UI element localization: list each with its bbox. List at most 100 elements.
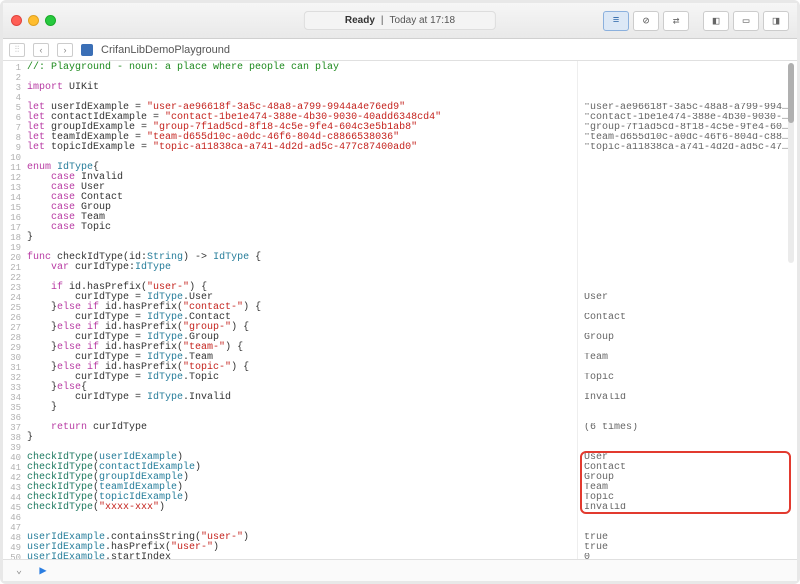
result-line: "group-7f1ad5cd-8f18-4c5e-9fe4-604c3e5b1… xyxy=(584,123,791,133)
result-line: "team-d655d10c-a0dc-46f6-804d-c886653803… xyxy=(584,133,791,143)
result-line xyxy=(584,233,791,243)
code-line[interactable]: case Group xyxy=(27,203,573,213)
code-line[interactable] xyxy=(27,73,573,83)
jump-bar: ⫶⫶ ‹ › CrifanLibDemoPlayground xyxy=(3,39,797,61)
result-line: "topic-a11838ca-a741-4d2d-ad5c-477c87400… xyxy=(584,143,791,153)
run-playground-button[interactable]: ▶ xyxy=(35,564,51,578)
close-window-button[interactable] xyxy=(11,15,22,26)
results-sidebar: "user-ae96618f-3a5c-48a8-a799-9944a4e76e… xyxy=(577,61,797,559)
result-line: Invalid xyxy=(584,393,791,403)
code-line[interactable]: //: Playground - noun: a place where peo… xyxy=(27,63,573,73)
result-line xyxy=(584,263,791,273)
result-line xyxy=(584,283,791,293)
editor-mode-assistant-button[interactable]: ⊘ xyxy=(633,11,659,31)
code-line[interactable]: import UIKit xyxy=(27,83,573,93)
toggle-navigator-button[interactable]: ◧ xyxy=(703,11,729,31)
toggle-utilities-button[interactable]: ◨ xyxy=(763,11,789,31)
result-line: Topic xyxy=(584,373,791,383)
code-line[interactable]: curIdType = IdType.Invalid xyxy=(27,393,573,403)
result-line: (6 times) xyxy=(584,423,791,433)
result-line: Team xyxy=(584,353,791,363)
swift-file-icon xyxy=(81,44,93,56)
line-number: 34 xyxy=(3,393,21,403)
line-number: 39 xyxy=(3,443,21,453)
code-line[interactable]: var curIdType:IdType xyxy=(27,263,573,273)
result-line xyxy=(584,243,791,253)
line-number: 22 xyxy=(3,273,21,283)
code-line[interactable]: checkIdType("xxxx-xxx") xyxy=(27,503,573,513)
line-number: 35 xyxy=(3,403,21,413)
result-line xyxy=(584,213,791,223)
code-line[interactable]: } xyxy=(27,433,573,443)
result-line xyxy=(584,433,791,443)
line-number: 40 xyxy=(3,453,21,463)
debug-output-toggle[interactable]: ⌄ xyxy=(11,564,27,578)
editor-mode-standard-button[interactable]: ≡ xyxy=(603,11,629,31)
line-number: 18 xyxy=(3,233,21,243)
line-number: 36 xyxy=(3,413,21,423)
jump-bar-file[interactable]: CrifanLibDemoPlayground xyxy=(101,44,230,56)
code-line[interactable]: } xyxy=(27,403,573,413)
result-line: true xyxy=(584,533,791,543)
line-number: 14 xyxy=(3,193,21,203)
code-line[interactable]: case Topic xyxy=(27,223,573,233)
line-number: 45 xyxy=(3,503,21,513)
line-number: 41 xyxy=(3,463,21,473)
line-number: 46 xyxy=(3,513,21,523)
result-line xyxy=(584,323,791,333)
debug-bar: ⌄ ▶ xyxy=(3,559,797,581)
line-number: 1 xyxy=(3,63,21,73)
line-number: 37 xyxy=(3,423,21,433)
related-items-button[interactable]: ⫶⫶ xyxy=(9,43,25,57)
back-button[interactable]: ‹ xyxy=(33,43,49,57)
traffic-lights xyxy=(11,15,56,26)
code-line[interactable]: } xyxy=(27,233,573,243)
result-line: "contact-1be1e474-388e-4b30-9030-40add63… xyxy=(584,113,791,123)
result-line: User xyxy=(584,293,791,303)
code-line[interactable]: case Invalid xyxy=(27,173,573,183)
result-line xyxy=(584,203,791,213)
code-line[interactable] xyxy=(27,153,573,163)
zoom-window-button[interactable] xyxy=(45,15,56,26)
result-line xyxy=(584,223,791,233)
result-line xyxy=(584,273,791,283)
activity-status: Ready | Today at 17:18 xyxy=(304,11,496,30)
line-number: 43 xyxy=(3,483,21,493)
result-line: "user-ae96618f-3a5c-48a8-a799-9944a4e76e… xyxy=(584,103,791,113)
code-line[interactable]: curIdType = IdType.Topic xyxy=(27,373,573,383)
result-line xyxy=(584,303,791,313)
results-highlight-box xyxy=(580,451,791,514)
code-line[interactable]: return curIdType xyxy=(27,423,573,433)
line-number: 5 xyxy=(3,103,21,113)
line-number: 19 xyxy=(3,243,21,253)
editor-mode-version-button[interactable]: ⇄ xyxy=(663,11,689,31)
result-line xyxy=(584,413,791,423)
result-line xyxy=(584,63,791,73)
line-number: 29 xyxy=(3,343,21,353)
line-number: 10 xyxy=(3,153,21,163)
minimize-window-button[interactable] xyxy=(28,15,39,26)
result-line xyxy=(584,403,791,413)
line-number: 6 xyxy=(3,113,21,123)
result-line xyxy=(584,383,791,393)
status-label: Ready xyxy=(345,15,375,26)
line-number: 30 xyxy=(3,353,21,363)
line-number: 21 xyxy=(3,263,21,273)
code-line[interactable] xyxy=(27,513,573,523)
result-line xyxy=(584,73,791,83)
line-number: 15 xyxy=(3,203,21,213)
code-line[interactable]: let topicIdExample = "topic-a11838ca-a74… xyxy=(27,143,573,153)
line-number: 42 xyxy=(3,473,21,483)
line-number: 23 xyxy=(3,283,21,293)
toggle-debug-area-button[interactable]: ▭ xyxy=(733,11,759,31)
result-line xyxy=(584,173,791,183)
line-number: 4 xyxy=(3,93,21,103)
line-number: 38 xyxy=(3,433,21,443)
line-number: 7 xyxy=(3,123,21,133)
source-editor[interactable]: //: Playground - noun: a place where peo… xyxy=(25,61,577,559)
status-separator: | xyxy=(381,15,384,26)
scrollbar-thumb[interactable] xyxy=(788,63,794,123)
result-line xyxy=(584,523,791,533)
forward-button[interactable]: › xyxy=(57,43,73,57)
line-number: 13 xyxy=(3,183,21,193)
